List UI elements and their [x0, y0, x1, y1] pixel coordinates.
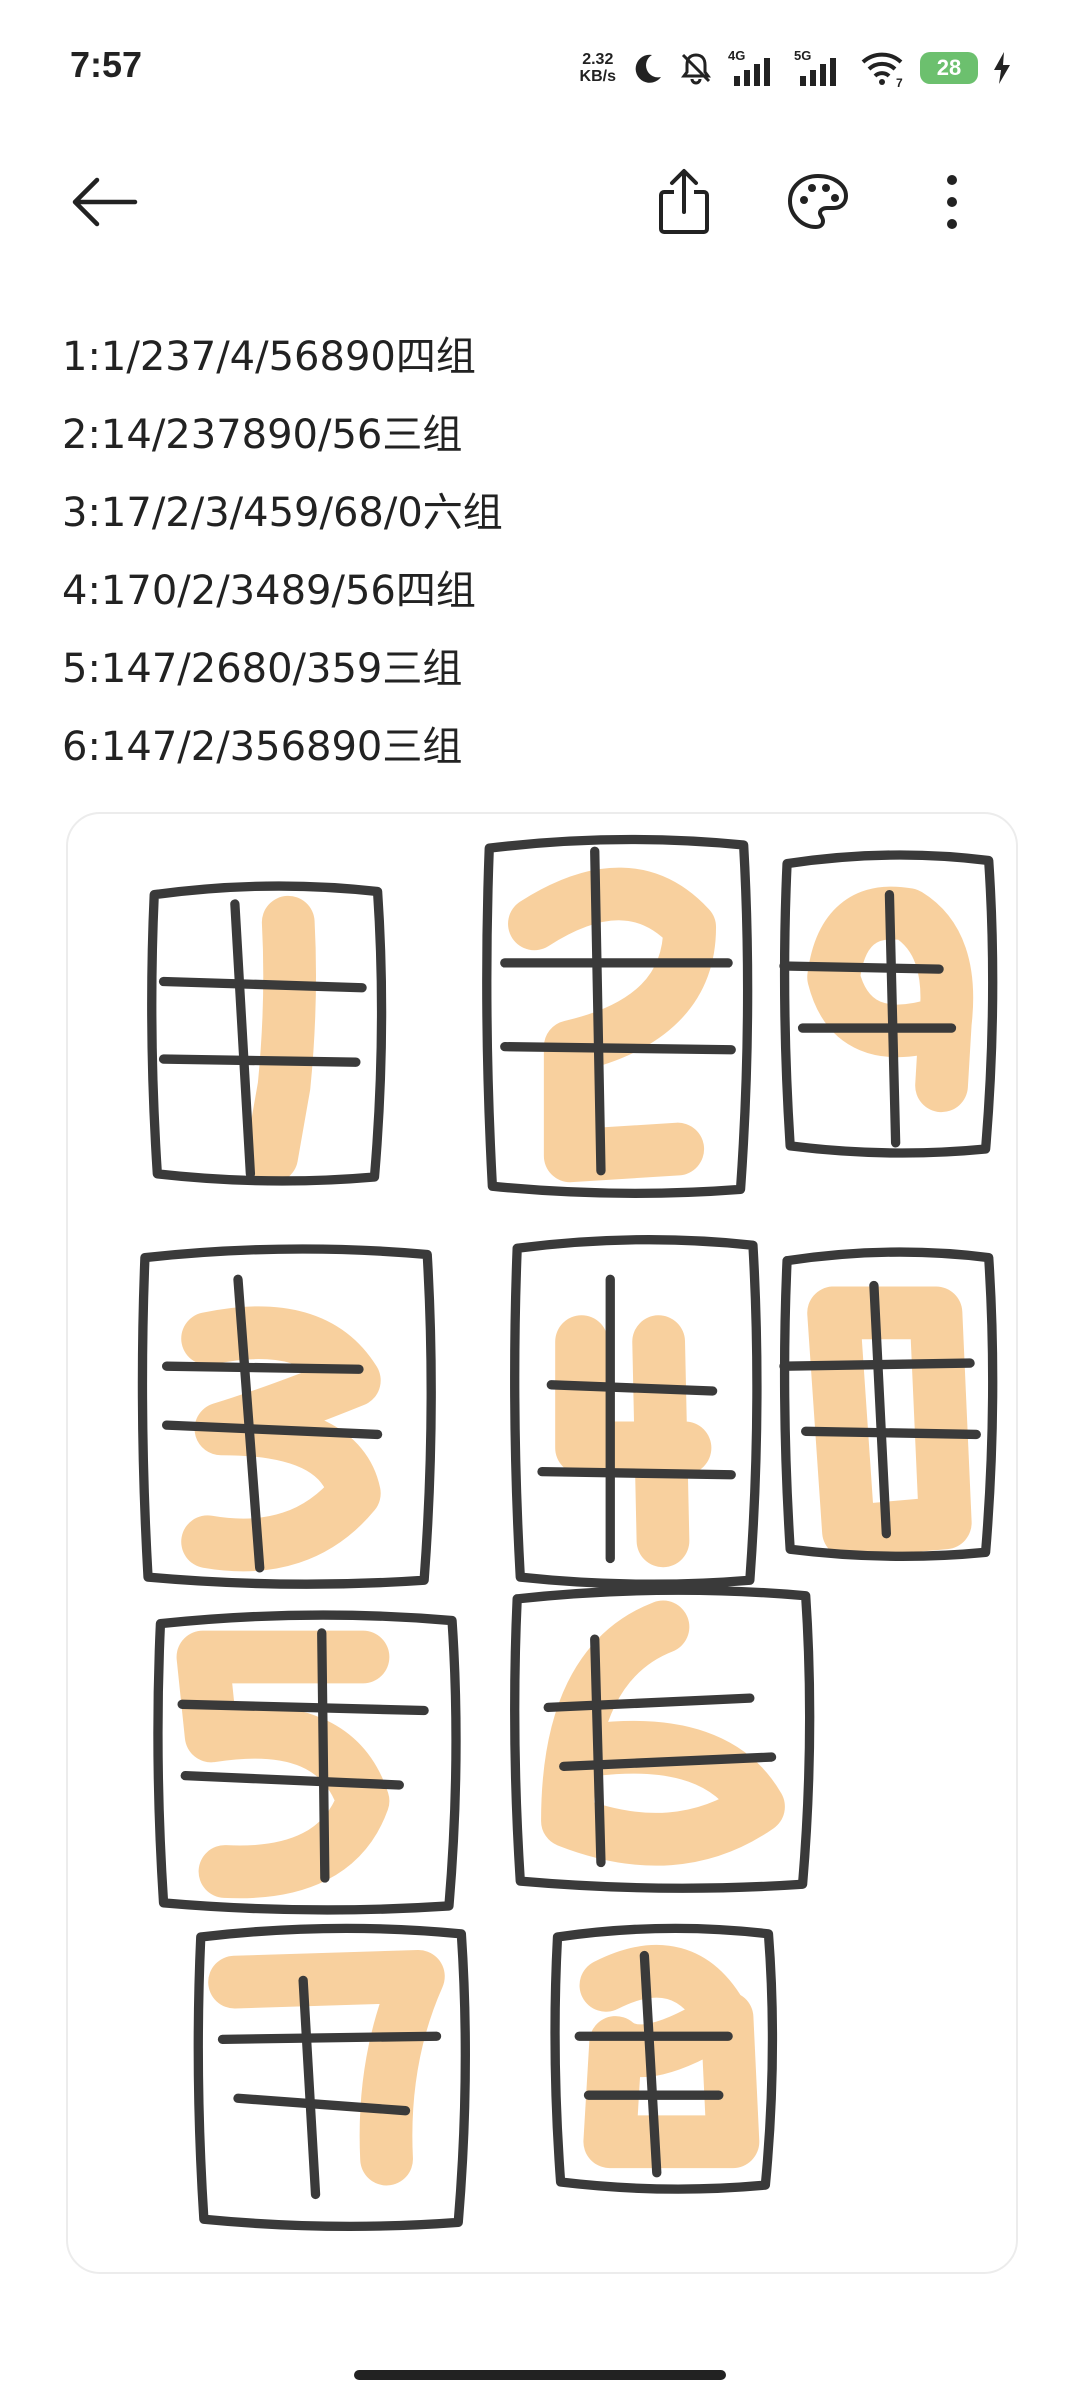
- clock: 7:57: [70, 44, 143, 85]
- note-line[interactable]: 5:147/2680/359三组: [62, 630, 503, 708]
- network-speed-unit: KB/s: [579, 68, 616, 85]
- grid-horizontal: [537, 1466, 736, 1480]
- handwriting-drawing[interactable]: [66, 812, 1018, 2274]
- note-line[interactable]: 1:1/237/4/56890四组: [62, 318, 503, 396]
- grid-horizontal: [161, 1361, 364, 1374]
- sim1-label: 4G: [728, 48, 745, 63]
- theme-button[interactable]: [776, 162, 860, 246]
- note-body[interactable]: 1:1/237/4/56890四组 2:14/237890/56三组 3:17/…: [62, 318, 503, 786]
- drawing-canvas: [137, 834, 998, 2232]
- grid-vertical: [590, 846, 606, 1176]
- grid-cell-4: [510, 1235, 762, 1589]
- digit-highlight: [176, 1630, 390, 1899]
- network-speed: 2.32 KB/s: [580, 51, 616, 85]
- note-toolbar: [0, 150, 1080, 260]
- home-indicator[interactable]: [354, 2370, 726, 2380]
- grid-horizontal: [217, 2031, 442, 2044]
- more-vertical-icon: [946, 174, 958, 234]
- note-line[interactable]: 6:147/2/356890三组: [62, 708, 503, 786]
- more-options-button[interactable]: [910, 162, 994, 246]
- signal-icon: 5G: [794, 48, 846, 88]
- grid-vertical: [884, 890, 901, 1148]
- grid-cell-2: [482, 834, 753, 1198]
- grid-vertical: [298, 1975, 321, 2200]
- wifi-badge: 7: [896, 76, 903, 88]
- grid-cell-5: [153, 1610, 461, 1915]
- grid-vertical: [590, 1634, 606, 1868]
- grid-cell-0: [779, 1247, 998, 1561]
- share-icon: [656, 168, 712, 240]
- grid-horizontal: [158, 976, 367, 993]
- grid-horizontal: [546, 1380, 718, 1396]
- grid-cell-3: [137, 1244, 436, 1589]
- digit-highlight: [579, 1944, 760, 2169]
- back-arrow-icon: [69, 177, 139, 231]
- grid-cell-8: [550, 1923, 778, 2194]
- grid-horizontal: [779, 1358, 975, 1371]
- grid-horizontal: [500, 1042, 736, 1055]
- network-speed-value: 2.32: [582, 51, 614, 68]
- digit-highlight: [245, 895, 317, 1183]
- signal-icon: 4G: [728, 48, 780, 88]
- digit-highlight: [807, 1286, 972, 1558]
- digit-highlight: [555, 1315, 712, 1568]
- note-line[interactable]: 3:17/2/3/459/68/0六组: [62, 474, 503, 552]
- grid-horizontal: [779, 961, 944, 974]
- moon-icon: [630, 51, 664, 85]
- note-line[interactable]: 4:170/2/3489/56四组: [62, 552, 503, 630]
- grid-horizontal: [158, 1054, 361, 1067]
- share-button[interactable]: [642, 162, 726, 246]
- back-button[interactable]: [62, 162, 146, 246]
- charging-bolt-icon: [992, 50, 1012, 86]
- sim2-label: 5G: [794, 48, 811, 63]
- grid-cell-1: [147, 881, 387, 1186]
- grid-vertical: [317, 1628, 330, 1883]
- digit-highlight: [508, 867, 717, 1183]
- grid-cell-6: [510, 1585, 815, 1893]
- battery-icon: 28: [920, 52, 978, 84]
- silent-mode-icon: [678, 50, 714, 86]
- grid-vertical: [230, 899, 256, 1179]
- palette-icon: [786, 172, 850, 236]
- grid-horizontal: [177, 1699, 429, 1716]
- grid-cell-9: [779, 850, 998, 1158]
- grid-horizontal: [801, 1426, 981, 1440]
- note-line[interactable]: 2:14/237890/56三组: [62, 396, 503, 474]
- status-icons: 2.32 KB/s 4G 5G 7 28: [580, 44, 1012, 92]
- grid-cell-7: [193, 1923, 470, 2232]
- digit-highlight: [208, 1949, 445, 2186]
- wifi-icon: 7: [860, 48, 906, 88]
- status-bar: 7:57 2.32 KB/s 4G 5G 7 28: [0, 0, 1080, 130]
